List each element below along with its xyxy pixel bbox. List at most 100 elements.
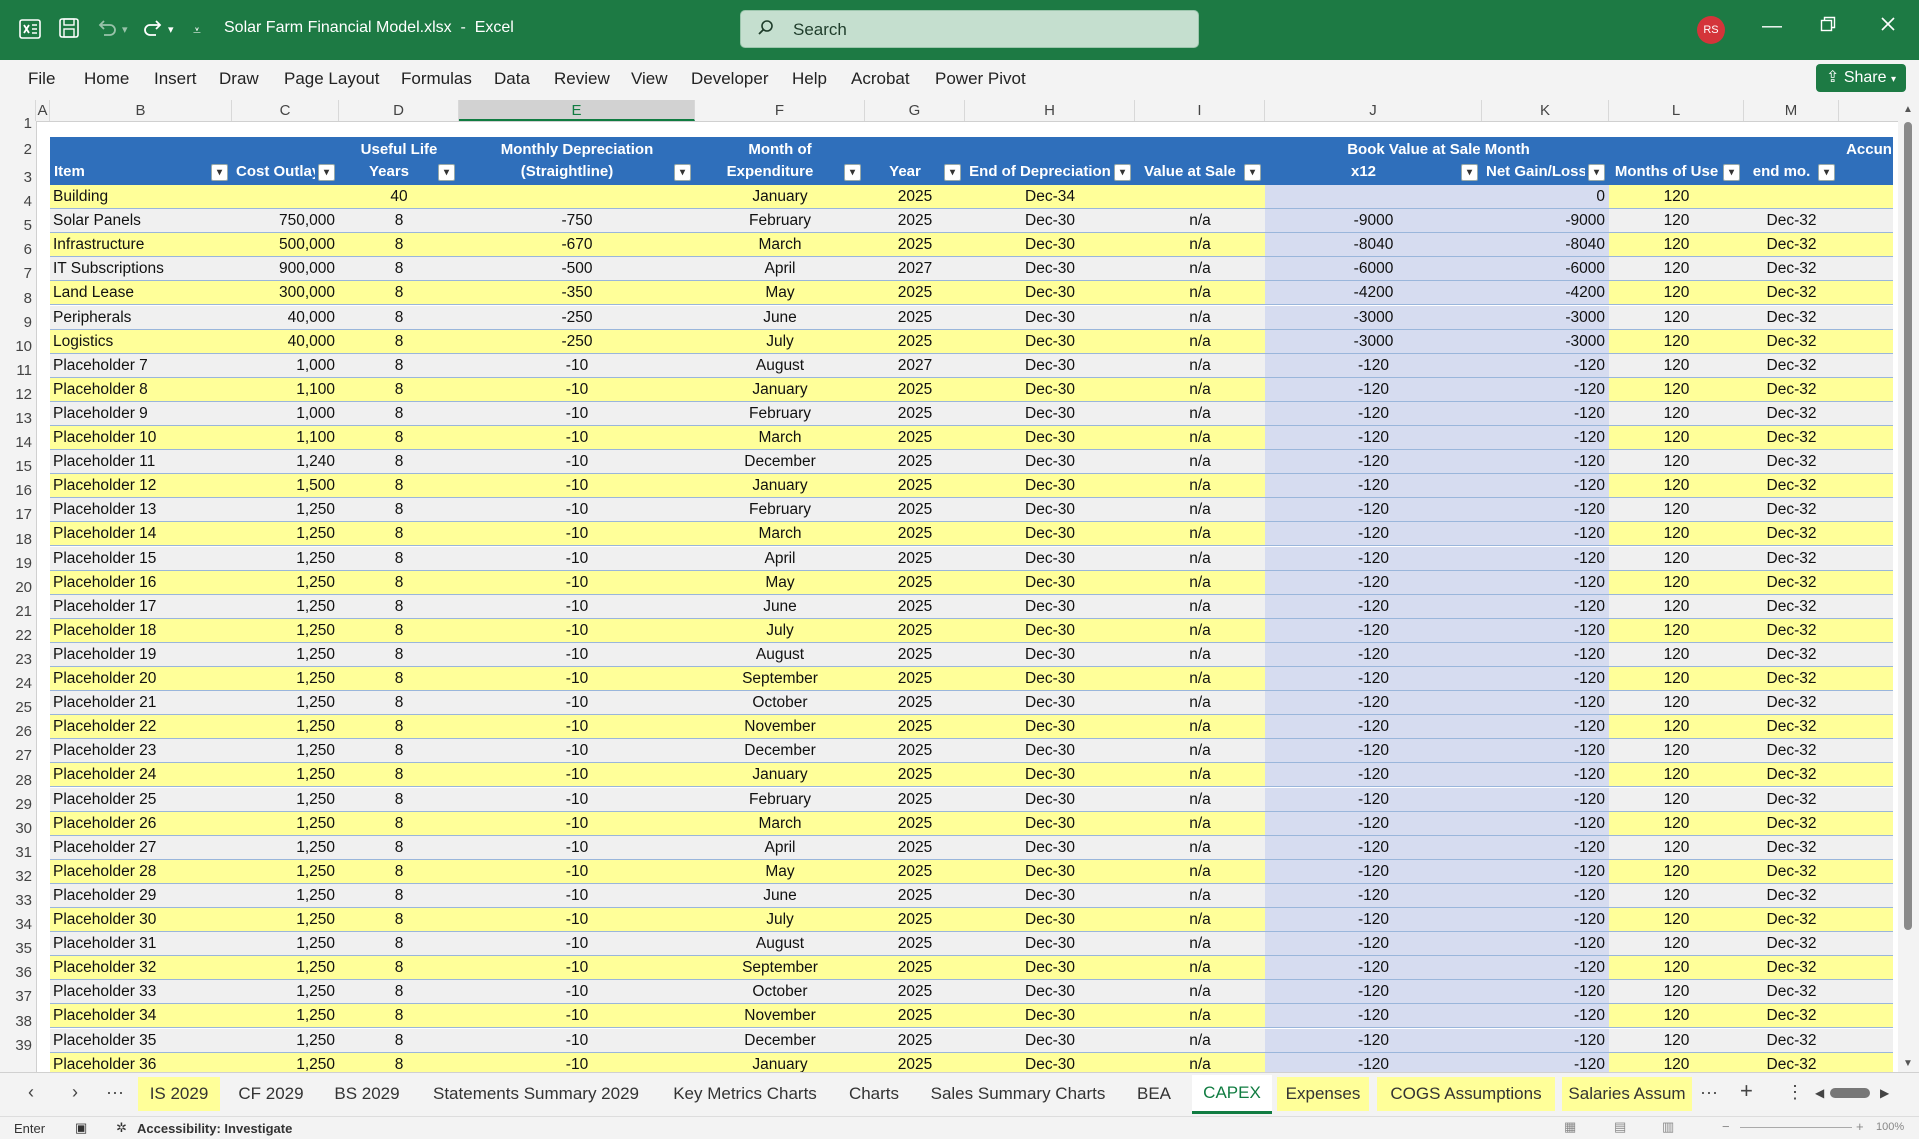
cell-year[interactable]: 2025 <box>865 763 965 786</box>
cell-item[interactable]: Placeholder 19 <box>50 643 232 666</box>
cell-book-value[interactable]: -120 <box>1265 667 1482 690</box>
cell-cost-outlay[interactable]: 1,250 <box>232 715 339 738</box>
cell-monthly-depreciation[interactable]: -10 <box>459 643 695 666</box>
cell-months-of-use[interactable]: 120 <box>1609 691 1744 714</box>
cell-item[interactable]: Placeholder 17 <box>50 595 232 618</box>
cell-value-at-sale[interactable]: n/a <box>1135 571 1265 594</box>
cell-net-gain-loss[interactable]: -120 <box>1482 811 1609 835</box>
cell-year[interactable]: 2025 <box>865 715 965 738</box>
cell-net-gain-loss[interactable]: -3000 <box>1482 329 1609 353</box>
cell-month-of-expenditure[interactable]: October <box>695 691 865 714</box>
cell-monthly-depreciation[interactable]: -10 <box>459 571 695 594</box>
cell-end-of-depreciation[interactable]: Dec-30 <box>965 1029 1135 1052</box>
cell-value-at-sale[interactable]: n/a <box>1135 426 1265 449</box>
cell-monthly-depreciation[interactable]: -10 <box>459 1053 695 1072</box>
cell-end-mo[interactable]: Dec-32 <box>1744 377 1839 401</box>
cell-useful-life[interactable]: 8 <box>339 667 459 690</box>
scroll-up-icon[interactable]: ▲ <box>1903 104 1913 115</box>
cell-months-of-use[interactable]: 120 <box>1609 450 1744 473</box>
redo-dropdown-icon[interactable]: ▾ <box>168 17 174 43</box>
filter-dropdown-icon[interactable]: ▾ <box>1114 164 1131 181</box>
cell-end-mo[interactable]: Dec-32 <box>1744 595 1839 618</box>
cell-year[interactable]: 2025 <box>865 426 965 449</box>
cell-value-at-sale[interactable]: n/a <box>1135 595 1265 618</box>
cell-end-mo[interactable]: Dec-32 <box>1744 643 1839 666</box>
cell-end-mo[interactable]: Dec-32 <box>1744 811 1839 835</box>
cell-useful-life[interactable]: 8 <box>339 257 459 280</box>
cell-months-of-use[interactable]: 120 <box>1609 932 1744 955</box>
cell-useful-life[interactable]: 8 <box>339 306 459 329</box>
row-header-26[interactable]: 26 <box>0 723 32 740</box>
cell-book-value[interactable]: -120 <box>1265 1028 1482 1052</box>
cell-monthly-depreciation[interactable]: -10 <box>459 474 695 497</box>
cell-useful-life[interactable]: 8 <box>339 788 459 811</box>
cell-net-gain-loss[interactable]: -120 <box>1482 498 1609 522</box>
cell-item[interactable]: Placeholder 8 <box>50 378 232 401</box>
filter-dropdown-icon[interactable]: ▾ <box>1723 164 1740 181</box>
cell-end-mo[interactable]: Dec-32 <box>1744 618 1839 642</box>
cell-value-at-sale[interactable]: n/a <box>1135 860 1265 883</box>
cell-end-mo[interactable]: Dec-32 <box>1744 450 1839 473</box>
cell-month-of-expenditure[interactable]: March <box>695 522 865 545</box>
cell-year[interactable]: 2027 <box>865 354 965 377</box>
cell-months-of-use[interactable]: 120 <box>1609 257 1744 280</box>
header-year[interactable]: Year ▾ <box>865 137 965 185</box>
cell-month-of-expenditure[interactable]: February <box>695 788 865 811</box>
cell-value-at-sale[interactable]: n/a <box>1135 667 1265 690</box>
row-header-6[interactable]: 6 <box>0 241 32 258</box>
cell-month-of-expenditure[interactable]: November <box>695 1004 865 1027</box>
cell-value-at-sale[interactable]: n/a <box>1135 932 1265 955</box>
cell-month-of-expenditure[interactable]: June <box>695 595 865 618</box>
cell-end-mo[interactable]: Dec-32 <box>1744 1029 1839 1052</box>
header-item[interactable]: Item ▾ <box>50 137 232 185</box>
table-row[interactable]: Placeholder 7 1,000 8 -10 August 2027 Dec-30 n/… <box>50 353 1893 378</box>
table-row[interactable]: Placeholder 21 1,250 8 -10 October 2025 Dec-30… <box>50 691 1893 716</box>
sheet-tab-is-2029[interactable]: IS 2029 <box>138 1077 220 1111</box>
cell-value-at-sale[interactable]: n/a <box>1135 498 1265 521</box>
sheet-tab-statements-summary-2029[interactable]: Statements Summary 2029 <box>418 1072 654 1116</box>
cell-book-value[interactable]: -120 <box>1265 932 1482 956</box>
cell-month-of-expenditure[interactable]: September <box>695 956 865 979</box>
cell-end-of-depreciation[interactable]: Dec-30 <box>965 233 1135 256</box>
cell-monthly-depreciation[interactable]: -10 <box>459 715 695 738</box>
excel-logo-icon[interactable] <box>18 17 42 48</box>
cell-item[interactable]: Placeholder 32 <box>50 956 232 979</box>
cell-end-of-depreciation[interactable]: Dec-30 <box>965 980 1135 1003</box>
cell-monthly-depreciation[interactable]: -10 <box>459 908 695 931</box>
cell-monthly-depreciation[interactable]: -10 <box>459 691 695 714</box>
cell-cost-outlay[interactable]: 1,250 <box>232 595 339 618</box>
cell-year[interactable]: 2025 <box>865 474 965 497</box>
cell-cost-outlay[interactable]: 1,250 <box>232 932 339 955</box>
cell-book-value[interactable]: -6000 <box>1265 257 1482 281</box>
cell-net-gain-loss[interactable]: -120 <box>1482 667 1609 690</box>
cell-cost-outlay[interactable]: 1,250 <box>232 788 339 811</box>
cell-cost-outlay[interactable]: 750,000 <box>232 209 339 232</box>
cell-cost-outlay[interactable]: 1,250 <box>232 1053 339 1072</box>
more-sheets-right-icon[interactable]: ··· <box>1700 1082 1718 1103</box>
header-cost-outlay[interactable]: Cost Outlay ▾ <box>232 137 339 185</box>
cell-cost-outlay[interactable]: 1,250 <box>232 1029 339 1052</box>
cell-month-of-expenditure[interactable]: February <box>695 498 865 521</box>
row-header-27[interactable]: 27 <box>0 747 32 764</box>
cell-month-of-expenditure[interactable]: January <box>695 185 865 208</box>
cell-book-value[interactable]: -120 <box>1265 811 1482 835</box>
row-header-13[interactable]: 13 <box>0 410 32 427</box>
tab-power-pivot[interactable]: Power Pivot <box>935 69 1026 89</box>
cell-book-value[interactable]: -9000 <box>1265 209 1482 233</box>
row-header-4[interactable]: 4 <box>0 193 32 210</box>
cell-month-of-expenditure[interactable]: March <box>695 233 865 256</box>
cell-year[interactable]: 2025 <box>865 522 965 545</box>
hscroll-left-icon[interactable]: ◀ <box>1815 1086 1824 1100</box>
cell-month-of-expenditure[interactable]: October <box>695 980 865 1003</box>
cell-item[interactable]: Placeholder 23 <box>50 739 232 762</box>
cell-useful-life[interactable]: 8 <box>339 474 459 497</box>
table-row[interactable]: Placeholder 22 1,250 8 -10 November 2025 Dec-3… <box>50 715 1893 740</box>
cell-month-of-expenditure[interactable]: December <box>695 739 865 762</box>
row-header-20[interactable]: 20 <box>0 579 32 596</box>
row-header-18[interactable]: 18 <box>0 531 32 548</box>
cell-year[interactable]: 2025 <box>865 860 965 883</box>
cell-item[interactable]: Placeholder 31 <box>50 932 232 955</box>
cell-year[interactable]: 2025 <box>865 884 965 907</box>
cell-net-gain-loss[interactable]: -8040 <box>1482 233 1609 257</box>
cell-value-at-sale[interactable]: n/a <box>1135 354 1265 377</box>
